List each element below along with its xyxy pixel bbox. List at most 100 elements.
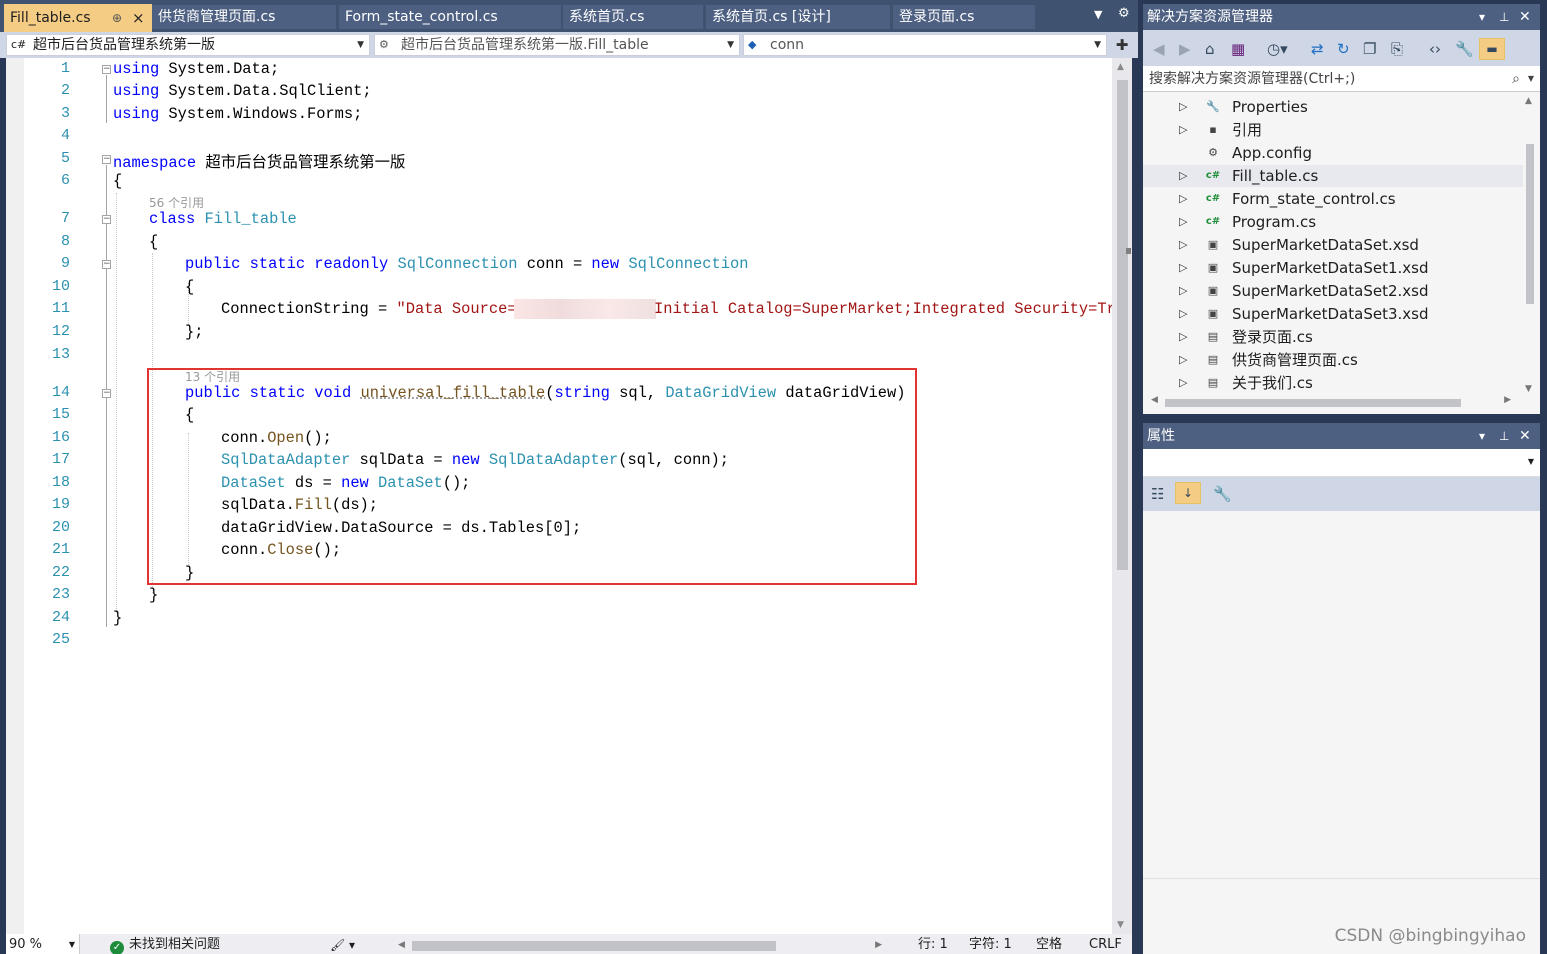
- collapse-toggle[interactable]: −: [102, 260, 111, 269]
- expand-arrow-icon[interactable]: ▷: [1179, 257, 1187, 279]
- issues-indicator[interactable]: ✓ 未找到相关问题: [110, 934, 220, 954]
- tab-home-page-design[interactable]: 系统首页.cs [设计]: [706, 5, 890, 29]
- scroll-right-arrow-icon[interactable]: ▶: [875, 934, 882, 954]
- class-dropdown[interactable]: ⚙ 超市后台货品管理系统第一版.Fill_table ▼: [374, 34, 740, 56]
- tab-home-page[interactable]: 系统首页.cs: [563, 5, 703, 29]
- property-pages-wrench-icon[interactable]: 🔧: [1213, 485, 1232, 503]
- expand-arrow-icon[interactable]: ▷: [1179, 211, 1187, 233]
- close-icon[interactable]: ✕: [1519, 4, 1531, 30]
- view-code-icon[interactable]: ‹›: [1429, 40, 1441, 58]
- project-dropdown[interactable]: c# 超市后台货品管理系统第一版 ▼: [6, 34, 370, 56]
- codelens-references[interactable]: 56 个引用: [149, 194, 204, 211]
- close-icon[interactable]: ✕: [1519, 423, 1531, 449]
- collapse-toggle[interactable]: −: [102, 389, 111, 398]
- expand-arrow-icon[interactable]: ▷: [1179, 165, 1187, 187]
- tree-item-dataset1[interactable]: ▷ ▣ SuperMarketDataSet1.xsd: [1143, 257, 1523, 279]
- pin-icon[interactable]: ⊥: [1499, 4, 1509, 30]
- sync-icon[interactable]: ⇄: [1311, 40, 1324, 58]
- scroll-thumb[interactable]: [1165, 399, 1461, 407]
- scroll-thumb[interactable]: [412, 941, 776, 951]
- expand-arrow-icon[interactable]: ▷: [1179, 96, 1187, 118]
- tree-vertical-scrollbar[interactable]: ▲ ▼: [1523, 96, 1536, 394]
- expand-arrow-icon[interactable]: ▷: [1179, 372, 1187, 394]
- collapse-toggle[interactable]: −: [102, 65, 111, 74]
- close-tab-icon[interactable]: ×: [132, 4, 145, 32]
- preview-selected-icon[interactable]: ▬: [1479, 38, 1505, 60]
- code-cleanup-brush-icon[interactable]: 🖌 ▾: [330, 934, 355, 954]
- expand-arrow-icon[interactable]: ▷: [1179, 188, 1187, 210]
- forward-icon[interactable]: ▶: [1179, 40, 1191, 58]
- scroll-up-arrow-icon[interactable]: ▲: [1525, 96, 1532, 106]
- whitespace-indicator[interactable]: 空格: [1036, 934, 1062, 954]
- back-icon[interactable]: ◀: [1153, 40, 1165, 58]
- tree-item-dataset2[interactable]: ▷ ▣ SuperMarketDataSet2.xsd: [1143, 280, 1523, 302]
- pending-changes-icon[interactable]: ◷▾: [1267, 40, 1288, 58]
- window-position-dropdown-icon[interactable]: ▾: [1479, 4, 1485, 30]
- zoom-dropdown[interactable]: 90 % ▼: [6, 934, 80, 954]
- expand-arrow-icon[interactable]: ▷: [1179, 280, 1187, 302]
- collapse-all-icon[interactable]: ❐: [1363, 40, 1376, 58]
- show-all-files-icon[interactable]: ⎘: [1391, 40, 1403, 58]
- editor-horizontal-scrollbar[interactable]: ◀ ▶: [398, 938, 882, 951]
- scroll-up-arrow-icon[interactable]: ▲: [1117, 62, 1124, 72]
- expand-arrow-icon[interactable]: ▷: [1179, 349, 1187, 371]
- tab-supplier-page[interactable]: 供货商管理页面.cs: [152, 5, 336, 29]
- expand-arrow-icon[interactable]: ▷: [1179, 303, 1187, 325]
- line-number: 4: [60, 127, 70, 144]
- scroll-right-arrow-icon[interactable]: ▶: [1504, 395, 1511, 405]
- tree-item-program[interactable]: ▷ c# Program.cs: [1143, 211, 1523, 233]
- tree-item-login-page[interactable]: ▷ ▤ 登录页面.cs: [1143, 326, 1523, 348]
- scroll-left-arrow-icon[interactable]: ◀: [398, 934, 405, 954]
- char-indicator[interactable]: 字符: 1: [969, 934, 1012, 954]
- properties-wrench-icon[interactable]: 🔧: [1455, 40, 1474, 58]
- scroll-down-arrow-icon[interactable]: ▼: [1117, 920, 1124, 930]
- tree-item-about-us[interactable]: ▷ ▤ 关于我们.cs: [1143, 372, 1523, 394]
- tab-form-state-control[interactable]: Form_state_control.cs: [339, 5, 561, 29]
- scroll-thumb[interactable]: [1526, 144, 1534, 304]
- object-selector-dropdown[interactable]: ▼: [1143, 449, 1540, 477]
- code-line: namespace 超市后台货品管理系统第一版: [113, 154, 406, 172]
- expand-arrow-icon[interactable]: ▷: [1179, 234, 1187, 256]
- tree-item-dataset[interactable]: ▷ ▣ SuperMarketDataSet.xsd: [1143, 234, 1523, 256]
- gear-icon[interactable]: ⚙: [1118, 6, 1130, 21]
- pin-icon[interactable]: ⊥: [1499, 423, 1509, 449]
- tree-item-properties[interactable]: ▷ 🔧 Properties: [1143, 96, 1523, 118]
- properties-toolbar: ☷ ↓ 🔧: [1143, 477, 1540, 511]
- editor-vertical-scrollbar[interactable]: ▲ ▼: [1112, 58, 1132, 934]
- tree-item-fill-table[interactable]: ▷ c# Fill_table.cs: [1143, 165, 1523, 187]
- tab-login-page[interactable]: 登录页面.cs: [893, 5, 1035, 29]
- search-icon[interactable]: ⌕: [1512, 66, 1520, 92]
- home-icon[interactable]: ⌂: [1205, 40, 1215, 58]
- line-ending-indicator[interactable]: CRLF: [1089, 934, 1122, 954]
- code-line: using System.Windows.Forms;: [113, 105, 363, 123]
- line-indicator[interactable]: 行: 1: [918, 934, 948, 954]
- tree-item-dataset3[interactable]: ▷ ▣ SuperMarketDataSet3.xsd: [1143, 303, 1523, 325]
- scroll-down-arrow-icon[interactable]: ▼: [1525, 384, 1532, 394]
- tree-item-form-state-control[interactable]: ▷ c# Form_state_control.cs: [1143, 188, 1523, 210]
- line-number: 18: [51, 474, 70, 491]
- tree-horizontal-scrollbar[interactable]: ◀ ▶: [1147, 395, 1517, 410]
- window-position-dropdown-icon[interactable]: ▾: [1479, 423, 1485, 449]
- tree-item-supplier-page[interactable]: ▷ ▤ 供货商管理页面.cs: [1143, 349, 1523, 371]
- tree-item-app-config[interactable]: ⚙ App.config: [1143, 142, 1523, 164]
- tab-fill-table[interactable]: Fill_table.cs ⊕ ×: [4, 4, 152, 32]
- split-editor-icon[interactable]: ✚: [1112, 36, 1132, 54]
- tree-item-references[interactable]: ▷ ▪ 引用: [1143, 119, 1523, 141]
- chevron-down-icon[interactable]: ▼: [1528, 66, 1534, 92]
- member-dropdown[interactable]: ◆ conn ▼: [743, 34, 1107, 56]
- tree-item-label: SuperMarketDataSet3.xsd: [1232, 305, 1429, 323]
- collapse-toggle[interactable]: −: [102, 155, 111, 164]
- scroll-thumb[interactable]: [1117, 80, 1128, 570]
- switch-views-icon[interactable]: ▦: [1231, 40, 1245, 58]
- alphabetical-sort-icon[interactable]: ↓: [1175, 482, 1201, 504]
- tab-overflow-dropdown-icon[interactable]: ▼: [1094, 8, 1102, 21]
- expand-arrow-icon[interactable]: ▷: [1179, 119, 1187, 141]
- expand-arrow-icon[interactable]: ▷: [1179, 326, 1187, 348]
- code-editor[interactable]: 1 2 3 4 5 6 7 8 9 10 11 12 13 14 15 16 1…: [6, 58, 1132, 934]
- collapse-toggle[interactable]: −: [102, 215, 111, 224]
- scroll-left-arrow-icon[interactable]: ◀: [1151, 395, 1158, 405]
- pin-icon[interactable]: ⊕: [112, 4, 122, 32]
- categorized-icon[interactable]: ☷: [1151, 485, 1164, 503]
- solution-search-input[interactable]: 搜索解决方案资源管理器(Ctrl+;) ⌕ ▼: [1143, 66, 1540, 92]
- refresh-icon[interactable]: ↻: [1337, 40, 1350, 58]
